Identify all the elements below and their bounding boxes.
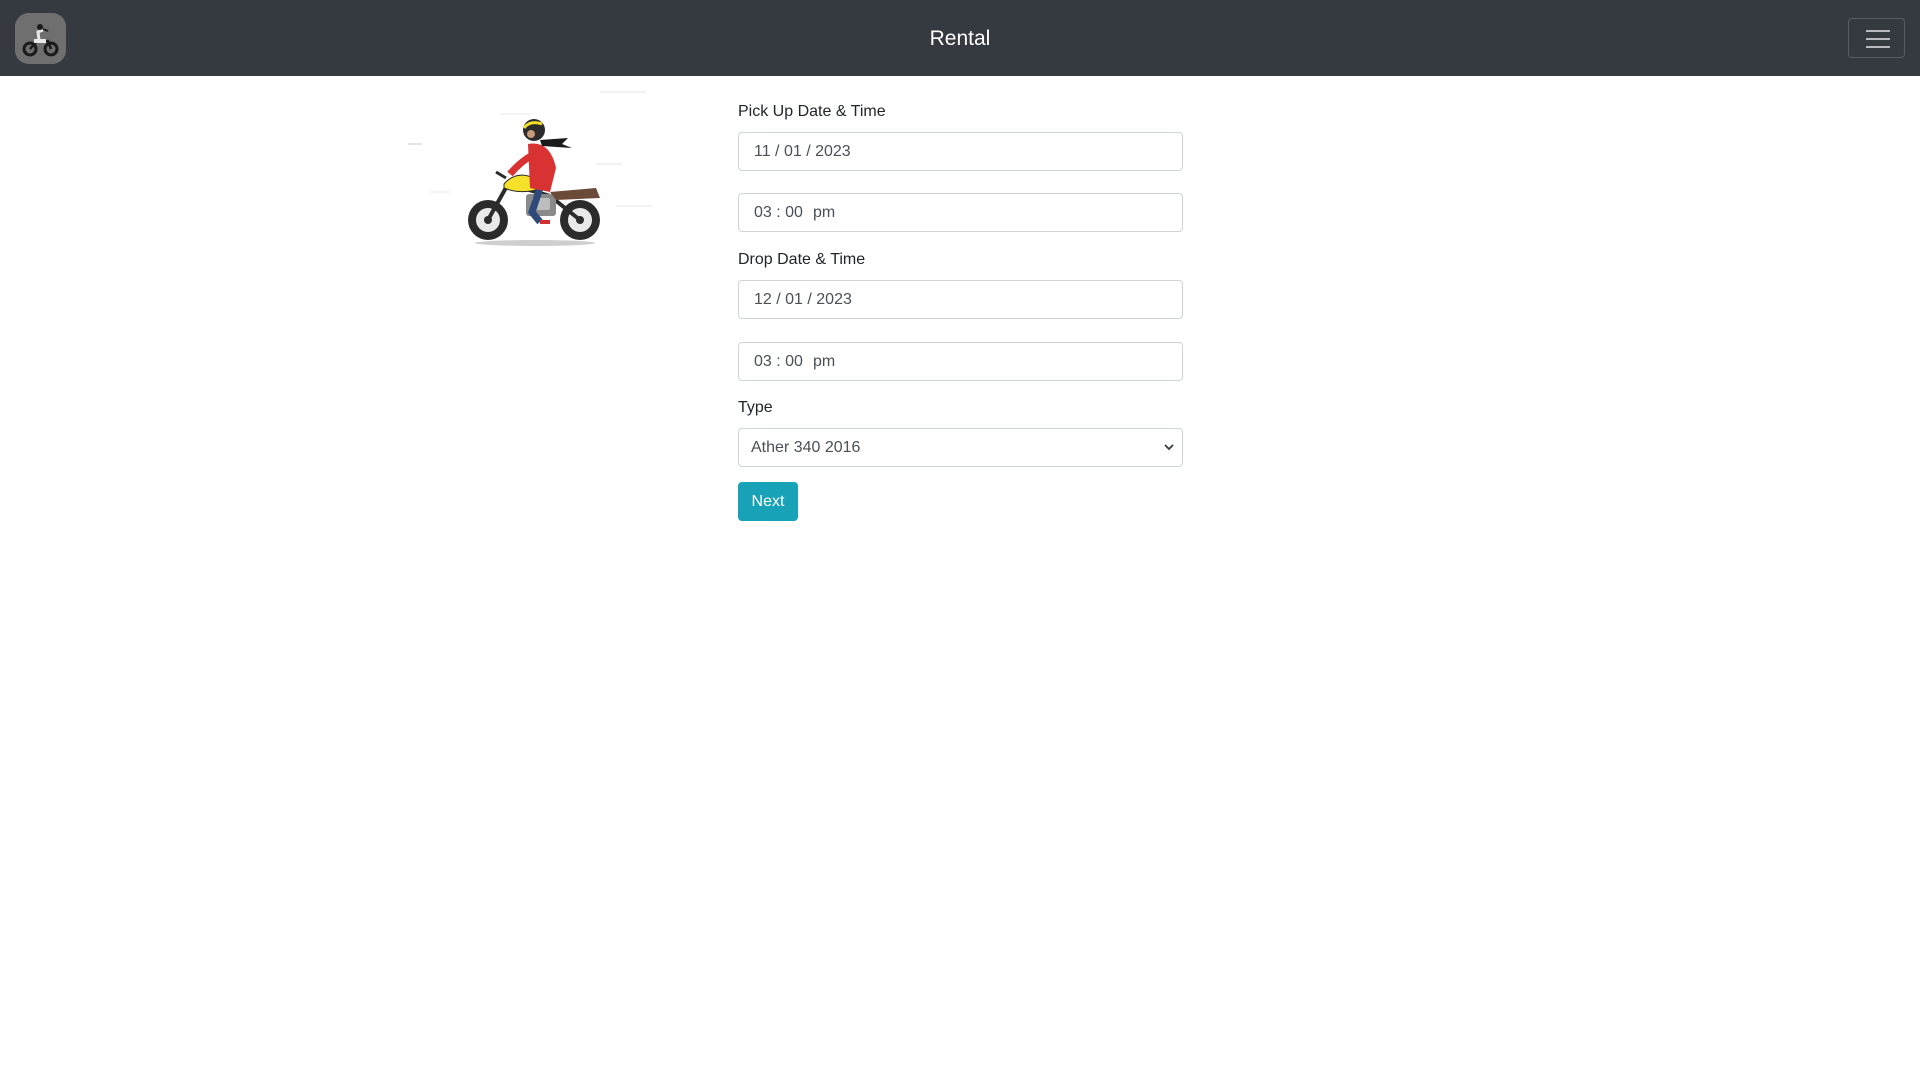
pickup-label: Pick Up Date & Time bbox=[738, 103, 886, 120]
pickup-date-input[interactable]: 11 / 01 / 2023 bbox=[738, 132, 1183, 171]
chevron-down-icon bbox=[1164, 444, 1174, 451]
navbar: Rental bbox=[0, 0, 1920, 76]
page-title: Rental bbox=[929, 27, 991, 50]
drop-ampm-value: pm bbox=[812, 353, 836, 370]
type-select[interactable]: Ather 340 2016 bbox=[738, 428, 1183, 467]
pickup-date-value: 11 / 01 / 2023 bbox=[754, 143, 851, 160]
drop-label: Drop Date & Time bbox=[738, 251, 866, 268]
menu-toggle-button[interactable] bbox=[1848, 18, 1905, 58]
drop-time-input[interactable]: 03 : 00 pm bbox=[738, 342, 1183, 381]
motorcycle-rider-illustration bbox=[400, 88, 660, 258]
pickup-time-value: 03 : 00 bbox=[754, 204, 803, 221]
type-selected-value: Ather 340 2016 bbox=[751, 439, 861, 456]
next-button[interactable]: Next bbox=[738, 482, 798, 521]
drop-date-input[interactable]: 12 / 01 / 2023 bbox=[738, 280, 1183, 319]
drop-time-value: 03 : 00 bbox=[754, 353, 803, 370]
pickup-time-input[interactable]: 03 : 00 pm bbox=[738, 193, 1183, 232]
drop-date-value: 12 / 01 / 2023 bbox=[754, 291, 852, 308]
motorcycle-rider-icon[interactable] bbox=[15, 13, 66, 64]
pickup-ampm-value: pm bbox=[812, 204, 836, 221]
type-label: Type bbox=[738, 399, 773, 416]
